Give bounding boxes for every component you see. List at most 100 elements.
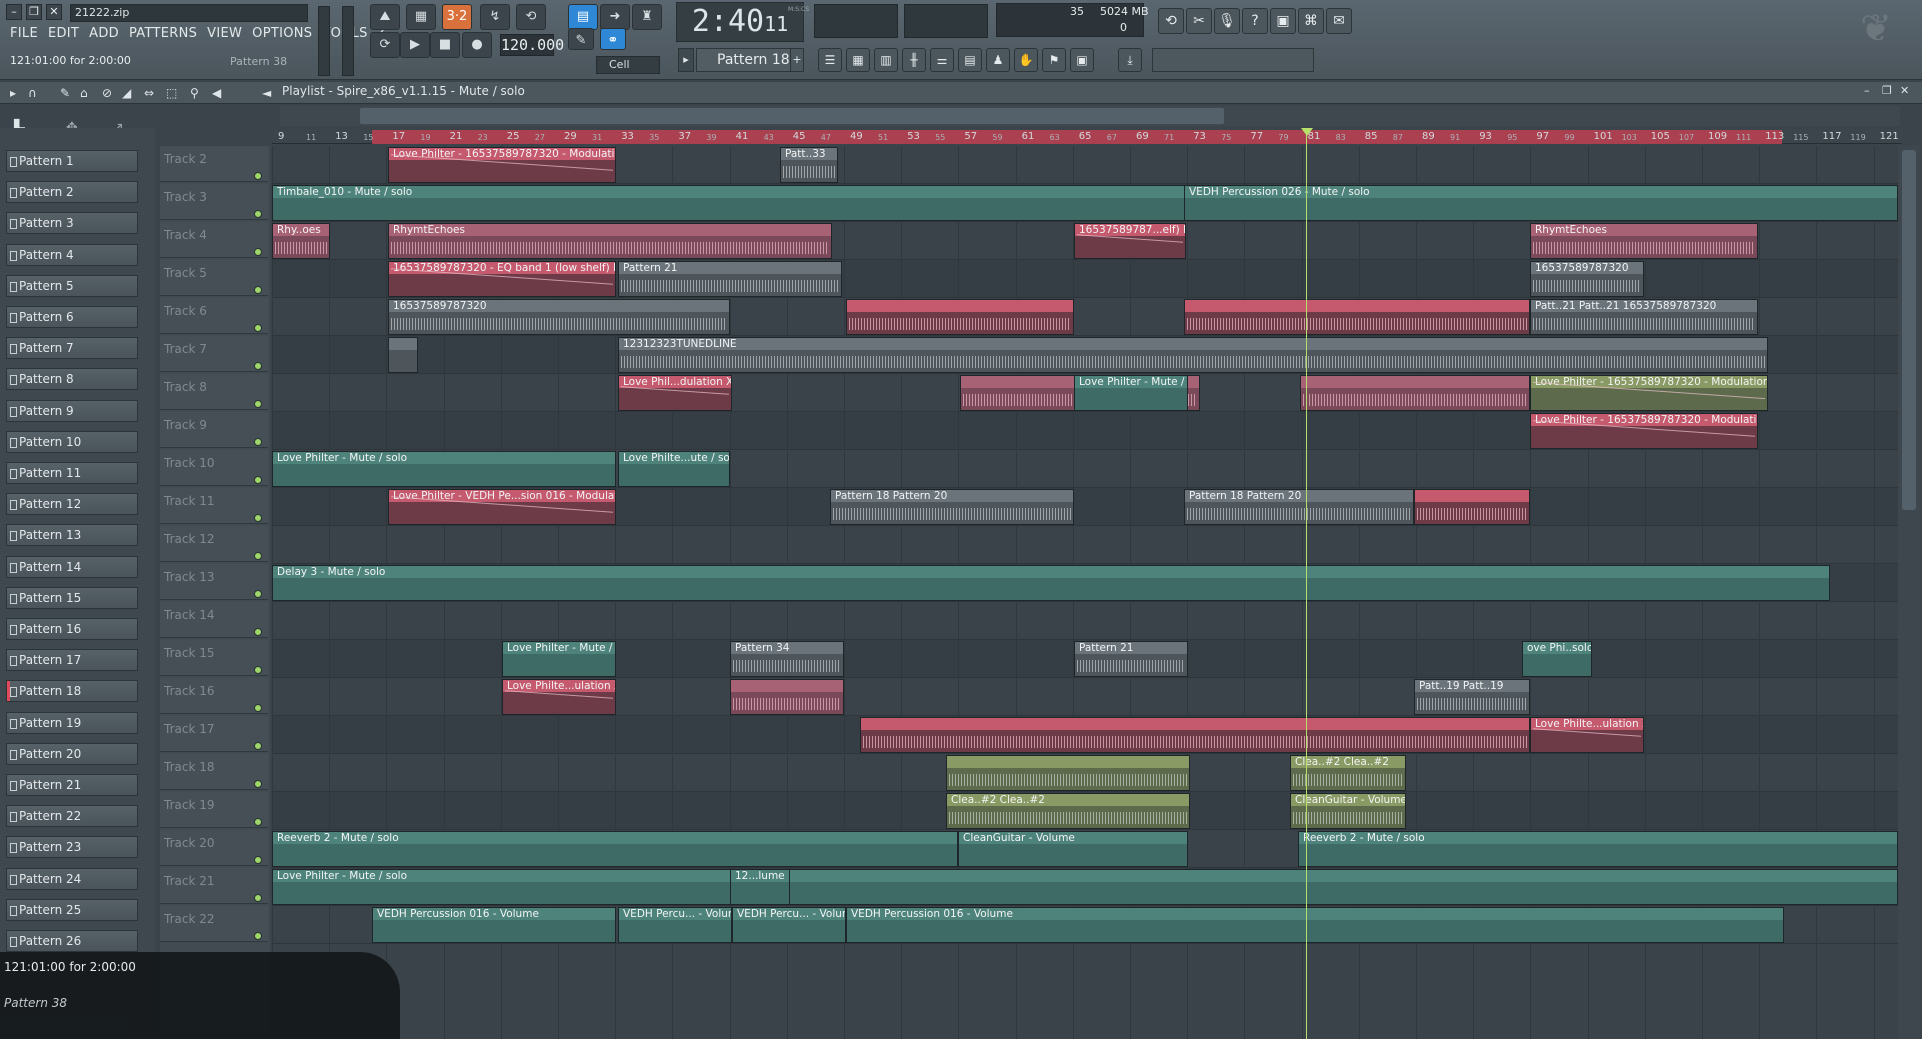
- playlist-clip[interactable]: Reeverb 2 - Mute / solo: [1298, 831, 1898, 867]
- track-header[interactable]: Track 13: [160, 564, 268, 600]
- menu-patterns[interactable]: PATTERNS: [129, 26, 197, 41]
- playlist-maximize-icon[interactable]: ❐: [1882, 84, 1892, 97]
- playlist-clip[interactable]: VEDH Percussion 026 - Mute / solo: [1184, 185, 1898, 221]
- mic-icon[interactable]: 🎙: [1214, 8, 1240, 34]
- playlist-clip[interactable]: Patt..19 Patt..19: [1414, 679, 1530, 715]
- playlist-clip[interactable]: 16537589787...elf) level: [1074, 223, 1186, 259]
- step-sequencer-icon[interactable]: ⚑: [1042, 48, 1066, 72]
- pattern-item[interactable]: Pattern 11: [6, 462, 138, 484]
- track-header[interactable]: Track 12: [160, 526, 268, 562]
- playlist-clip[interactable]: Reeverb 2 - Mute / solo: [272, 831, 958, 867]
- track-header[interactable]: Track 2: [160, 146, 268, 182]
- pattern-prev-icon[interactable]: ▸: [678, 48, 694, 72]
- pattern-selector[interactable]: Pattern 18: [696, 48, 796, 72]
- pattern-item[interactable]: Pattern 6: [6, 306, 138, 328]
- track-enable-icon[interactable]: [254, 438, 262, 446]
- playlist-clip[interactable]: Pattern 18 Pattern 20: [1184, 489, 1414, 525]
- playlist-clip[interactable]: 16537589787320 - EQ band 1 (low shelf) l…: [388, 261, 616, 297]
- track-header[interactable]: Track 22: [160, 906, 268, 942]
- delete-tool-icon[interactable]: ⊘: [102, 86, 112, 100]
- track-lane[interactable]: [272, 602, 1902, 640]
- restore-icon[interactable]: ❐: [26, 4, 42, 20]
- playlist-clip[interactable]: Patt..33: [780, 147, 838, 183]
- track-enable-icon[interactable]: [254, 704, 262, 712]
- pattern-item[interactable]: Pattern 18: [6, 680, 138, 703]
- loop-icon[interactable]: ⟳: [370, 32, 400, 58]
- piano-roll-icon[interactable]: ▥: [874, 48, 898, 72]
- playlist-clip[interactable]: Love Philter - Mute / solo: [502, 641, 616, 677]
- tool-draw-icon[interactable]: ✎: [568, 28, 594, 50]
- playlist-clip[interactable]: RhymtEchoes: [1530, 223, 1758, 259]
- playlist-clip[interactable]: Love Philter - Mute / solo: [272, 451, 616, 487]
- add-pattern-icon[interactable]: +: [790, 48, 804, 72]
- pattern-item[interactable]: Pattern 24: [6, 867, 138, 890]
- track-enable-icon[interactable]: [254, 324, 262, 332]
- zoom-tool-icon[interactable]: ⚲: [190, 86, 199, 100]
- pattern-item[interactable]: Pattern 17: [6, 649, 138, 672]
- pattern-item[interactable]: Pattern 14: [6, 555, 138, 578]
- master-pitch-slider[interactable]: [342, 6, 354, 76]
- track-header[interactable]: Track 15: [160, 640, 268, 676]
- track-header[interactable]: Track 16: [160, 678, 268, 714]
- playlist-clip[interactable]: Love Phil...dulation X: [618, 375, 732, 411]
- save-icon[interactable]: ▣: [1270, 8, 1296, 34]
- playlist-clip[interactable]: Clea..#2 Clea..#2: [1290, 755, 1406, 791]
- menu-view[interactable]: VIEW: [207, 26, 242, 41]
- track-lane[interactable]: [272, 526, 1902, 564]
- countdown-icon[interactable]: 3·2: [442, 4, 472, 30]
- playlist-clip[interactable]: [1184, 299, 1530, 335]
- track-enable-icon[interactable]: [254, 666, 262, 674]
- track-enable-icon[interactable]: [254, 780, 262, 788]
- playlist-clip[interactable]: Love Philter - Mute / solo: [1074, 375, 1188, 411]
- track-header[interactable]: Track 9: [160, 412, 268, 448]
- playlist-clip[interactable]: Love Philte...ute / solo: [618, 451, 730, 487]
- pattern-item[interactable]: Pattern 19: [6, 711, 138, 734]
- track-enable-icon[interactable]: [254, 628, 262, 636]
- playlist-clip[interactable]: Delay 3 - Mute / solo: [272, 565, 1830, 601]
- snap-selector[interactable]: Cell: [596, 56, 660, 74]
- track-header[interactable]: Track 3: [160, 184, 268, 220]
- pattern-item[interactable]: Pattern 8: [6, 368, 138, 391]
- playlist-clip[interactable]: CleanGuitar - Volume: [958, 831, 1188, 867]
- track-header[interactable]: Track 19: [160, 792, 268, 828]
- pattern-mode-icon[interactable]: ⛰: [370, 4, 400, 30]
- track-header[interactable]: Track 5: [160, 260, 268, 296]
- playlist-clip[interactable]: [388, 337, 418, 373]
- track-enable-icon[interactable]: [254, 552, 262, 560]
- track-enable-icon[interactable]: [254, 362, 262, 370]
- playlist-clip[interactable]: CleanGuitar - Volume: [1290, 793, 1406, 829]
- playlist-clip[interactable]: [1300, 375, 1530, 411]
- playlist-clip[interactable]: VEDH Percu... - Volume: [618, 907, 732, 943]
- help-icon[interactable]: ?: [1242, 8, 1268, 34]
- pattern-item[interactable]: Pattern 3: [6, 212, 138, 235]
- track-header[interactable]: Track 7: [160, 336, 268, 372]
- link-icon[interactable]: ⚭: [600, 28, 626, 50]
- loop-record-icon[interactable]: ⟲: [516, 4, 546, 30]
- menu-add[interactable]: ADD: [89, 26, 119, 41]
- track-header[interactable]: Track 20: [160, 830, 268, 866]
- playlist-minimize-icon[interactable]: –: [1864, 84, 1870, 97]
- menu-edit[interactable]: EDIT: [48, 26, 79, 41]
- pattern-item[interactable]: Pattern 5: [6, 274, 138, 297]
- pattern-item[interactable]: Pattern 21: [6, 774, 138, 796]
- playlist-icon[interactable]: ▤: [568, 4, 598, 30]
- playlist-menu-icon[interactable]: ▸: [10, 86, 16, 100]
- pattern-item[interactable]: Pattern 9: [6, 399, 138, 422]
- playlist-clip[interactable]: Love Philter - VEDH Pe...sion 016 - Modu…: [388, 489, 616, 525]
- track-header[interactable]: Track 18: [160, 754, 268, 790]
- playlist-clip[interactable]: [1414, 489, 1530, 525]
- pattern-item[interactable]: Pattern 23: [6, 836, 138, 859]
- time-display[interactable]: 2:4011: [676, 2, 804, 42]
- track-enable-icon[interactable]: [254, 590, 262, 598]
- playlist-clip[interactable]: Pattern 18 Pattern 20: [830, 489, 1074, 525]
- playlist-clip[interactable]: [846, 299, 1074, 335]
- chat-icon[interactable]: ✉: [1326, 8, 1352, 34]
- playlist-clip[interactable]: [860, 717, 1530, 753]
- track-header[interactable]: Track 6: [160, 298, 268, 334]
- track-enable-icon[interactable]: [254, 248, 262, 256]
- magnet-icon[interactable]: ∩: [28, 86, 37, 100]
- track-header[interactable]: Track 21: [160, 868, 268, 904]
- edison-icon[interactable]: ▣: [1070, 48, 1094, 72]
- record-icon[interactable]: ●: [462, 32, 492, 58]
- horizontal-scroll-thumb[interactable]: [360, 108, 1224, 124]
